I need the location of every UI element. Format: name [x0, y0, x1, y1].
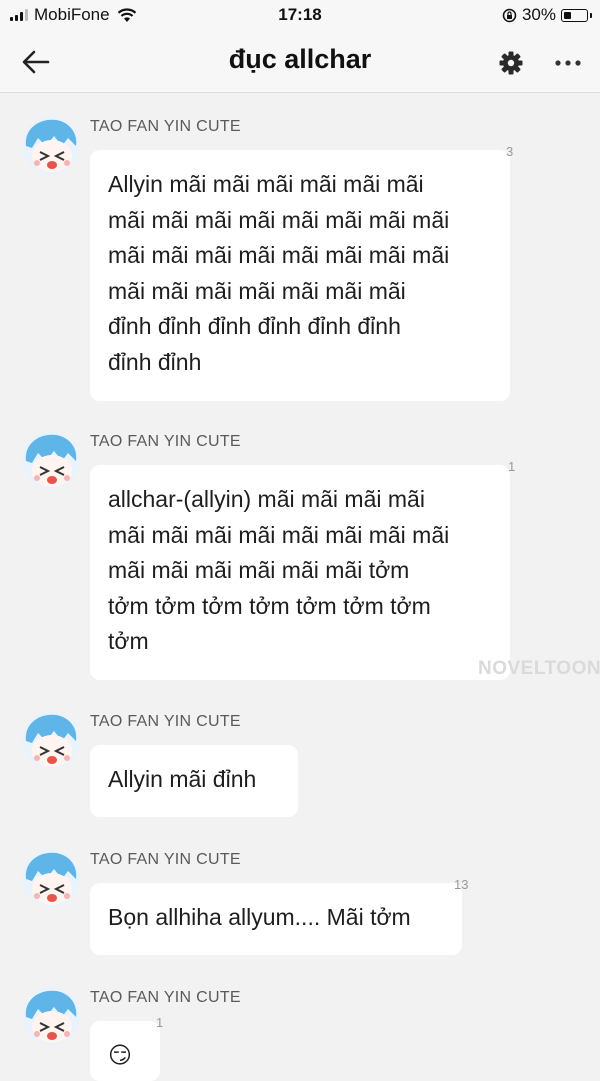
comment-count[interactable]: 3 — [506, 144, 513, 159]
message-line: đỉnh đỉnh — [108, 348, 202, 375]
status-right: 30% — [502, 5, 592, 25]
comment-count[interactable]: 1 — [508, 459, 515, 474]
message-line: mãi mãi mãi mãi mãi mãi mãi mãi — [108, 521, 450, 548]
message-line: mãi mãi mãi mãi mãi mãi mãi — [108, 277, 406, 304]
sender-name: TAO FAN YIN CUTE — [90, 713, 241, 730]
message-line: đỉnh đỉnh đỉnh đỉnh đỉnh đỉnh — [108, 313, 401, 339]
avatar[interactable] — [22, 431, 80, 489]
sender-name: TAO FAN YIN CUTE — [90, 433, 241, 450]
message-line: Allyin mãi mãi mãi mãi mãi mãi — [108, 171, 424, 197]
message-line: tởm tởm tởm tởm tởm tởm tởm — [108, 592, 431, 619]
message-bubble[interactable]: allchar-(allyin) mãi mãi mãi mãi mãi mãi… — [90, 465, 510, 680]
message-line: mãi mãi mãi mãi mãi mãi mãi mãi — [108, 242, 450, 268]
message-line: mãi mãi mãi mãi mãi mãi tởm — [108, 557, 410, 583]
comment-count[interactable]: 1 — [156, 1015, 163, 1030]
message-bubble[interactable]: 😏 — [90, 1021, 160, 1081]
message-line: Bọn allhiha allyum.... Mãi tởm — [108, 904, 411, 930]
message-line: Allyin mãi đỉnh — [108, 766, 257, 792]
chat-header: đục allchar — [0, 32, 600, 93]
message-line: allchar-(allyin) mãi mãi mãi mãi — [108, 486, 425, 512]
avatar[interactable] — [22, 116, 80, 174]
battery-icon — [561, 8, 592, 22]
rotation-lock-icon — [502, 8, 517, 22]
sender-name: TAO FAN YIN CUTE — [90, 989, 241, 1006]
status-bar: MobiFone 17:18 30% — [0, 0, 600, 32]
gear-icon[interactable] — [498, 50, 524, 76]
avatar[interactable] — [22, 849, 80, 907]
comment-count[interactable]: 13 — [454, 877, 468, 892]
more-dots-icon[interactable] — [554, 59, 582, 67]
message-line: mãi mãi mãi mãi mãi mãi mãi mãi — [108, 206, 450, 233]
message-line: tởm — [108, 628, 149, 654]
avatar[interactable] — [22, 987, 80, 1045]
avatar[interactable] — [22, 711, 80, 769]
battery-percent: 30% — [521, 5, 556, 24]
message-bubble[interactable]: Allyin mãi đỉnh — [90, 745, 298, 817]
message-emoji: 😏 — [108, 1042, 132, 1068]
sender-name: TAO FAN YIN CUTE — [90, 851, 241, 868]
message-bubble[interactable]: Bọn allhiha allyum.... Mãi tởm — [90, 883, 462, 955]
watermark-logo: NOVELTOON — [478, 658, 600, 679]
sender-name: TAO FAN YIN CUTE — [90, 118, 241, 135]
message-bubble[interactable]: Allyin mãi mãi mãi mãi mãi mãi mãi mãi m… — [90, 150, 510, 401]
